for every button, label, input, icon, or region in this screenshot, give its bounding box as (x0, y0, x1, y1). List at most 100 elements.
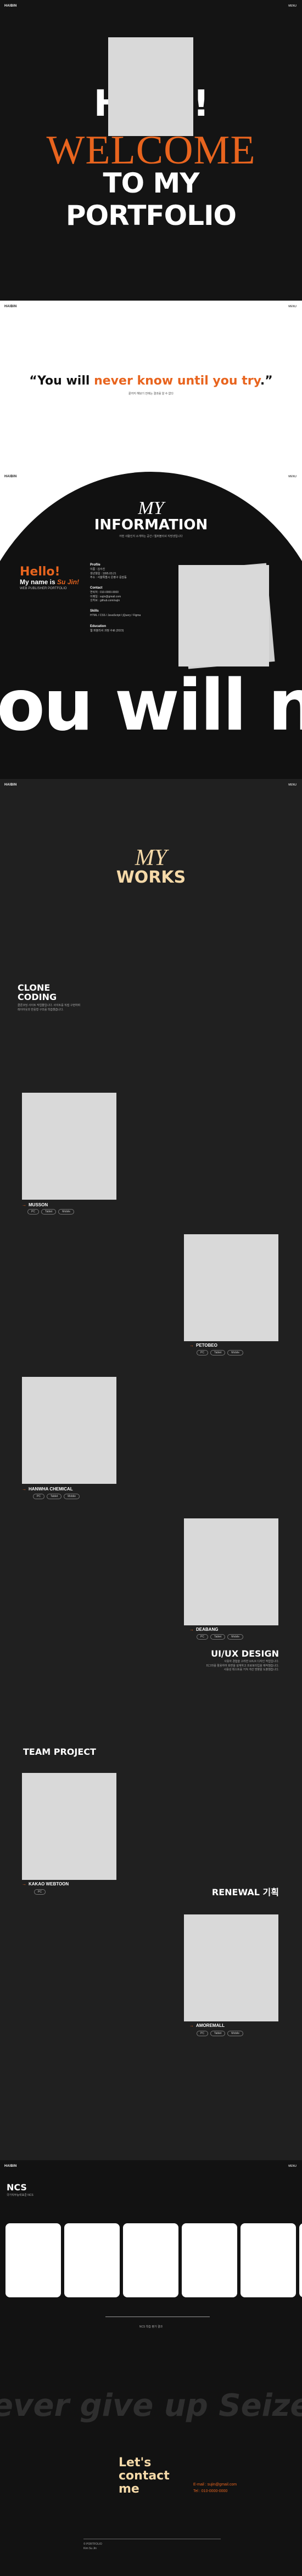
contact-line: 깃허브 : github.com/sujin (90, 599, 120, 602)
header: HAIBIN MENU (0, 779, 302, 791)
ncs-subtitle: 국가직무능력표준 NCS (7, 2194, 33, 2197)
contact-block: Contact 연락처 : 010-0000-0000 이메일 : sujin@… (90, 586, 121, 603)
desc-line: 클론코딩 사이트 작업물입니다. 사이트를 직접 구현하며 (18, 1004, 81, 1007)
tag: PC (34, 1889, 46, 1895)
menu-button[interactable]: MENU (288, 4, 297, 8)
info-name: My name is Su Jin! (20, 578, 79, 586)
ncs-card[interactable] (182, 2223, 237, 2297)
project-thumbnail-kakao[interactable] (22, 1773, 116, 1880)
quote-close: .” (260, 374, 273, 388)
footer-name: Kim Su Jin (83, 2547, 97, 2550)
name-value: Su Jin! (57, 578, 80, 586)
logo[interactable]: HAIBIN (4, 4, 16, 8)
project-tags: PC Tablet Mobile (27, 1209, 75, 1214)
project-title-hanwha[interactable]: → HANWHA CHEMICAL (22, 1487, 73, 1492)
contact-title: Contact (90, 586, 103, 590)
education-title: Education (90, 625, 107, 628)
project-tags: PC Tablet Mobile (197, 2031, 244, 2036)
works-my: MY (135, 845, 167, 871)
desc-line: 사용성 테스트를 거쳐 개선 방향을 도출했습니다. (223, 1668, 279, 1671)
quote-highlight: never know until you try (94, 374, 260, 388)
project-title-deabang[interactable]: → DEABANG (189, 1627, 218, 1632)
project-title-kakao[interactable]: → KAKAO WEBTOON (22, 1882, 69, 1886)
contact-tel[interactable]: Tel : 010-0000-0000 (193, 2489, 227, 2493)
project-thumbnail-amoremall[interactable] (184, 1914, 278, 2021)
project-name: PETOBEO (196, 1343, 217, 1348)
ncs-card[interactable] (64, 2223, 120, 2297)
header: HAIBIN MENU (0, 0, 302, 12)
logo[interactable]: HAIBIN (4, 783, 16, 787)
quote-open: “You will (29, 374, 94, 388)
profile-title: Profile (90, 563, 100, 567)
contact-heading-line: Let's (119, 2456, 152, 2470)
tag: Tablet (210, 1350, 226, 1355)
team-project-title: TEAM PROJECT (23, 1747, 96, 1757)
contact-heading: Let's contact me (119, 2456, 170, 2496)
marquee-text: ever give up Seize f (0, 2388, 302, 2424)
desc-line: 피그마를 활용하여 화면을 설계하고 프로토타입을 제작했습니다. (206, 1664, 279, 1668)
profile-block: Profile 이름 : 김수진 생년월일 : 1995.03.21 주소 : … (90, 563, 127, 580)
project-name: KAKAO WEBTOON (29, 1882, 69, 1886)
contact-heading-line: me (119, 2482, 139, 2496)
menu-button[interactable]: MENU (288, 783, 297, 787)
header: HAIBIN MENU (0, 2160, 302, 2172)
ncs-card[interactable] (123, 2223, 178, 2297)
tag: Tablet (46, 1494, 62, 1499)
project-thumbnail-petobeo[interactable] (184, 1234, 278, 1341)
ncs-card[interactable] (5, 2223, 61, 2297)
project-thumbnail-hanwha[interactable] (22, 1377, 116, 1484)
works-title: WORKS (116, 868, 186, 887)
project-title-musson[interactable]: → MUSSON (22, 1202, 48, 1207)
logo[interactable]: HAIBIN (4, 305, 16, 308)
education-line: 웹 퍼블리셔 과정 수료 (2023) (90, 629, 124, 632)
menu-button[interactable]: MENU (288, 475, 297, 478)
project-thumbnail-musson[interactable] (22, 1093, 116, 1200)
project-title-amoremall[interactable]: → AMOREMALL (189, 2023, 225, 2028)
skills-title: Skills (90, 609, 99, 613)
project-thumbnail-deabang[interactable] (184, 1518, 278, 1625)
menu-button[interactable]: MENU (288, 305, 297, 308)
quote-text: “You will never know until you try.” (0, 374, 302, 388)
works-section: HAIBIN MENU MY WORKS CLONE CODING 클론코딩 사… (0, 779, 302, 2160)
arrow-icon: → (189, 1627, 194, 1632)
clone-coding-desc: 클론코딩 사이트 작업물입니다. 사이트를 직접 구현하며 레이아웃과 반응형 … (18, 1004, 80, 1012)
project-title-petobeo[interactable]: → PETOBEO (189, 1343, 217, 1348)
tag: PC (197, 1350, 208, 1355)
footer-copyright: © PORTFOLIO (83, 2543, 102, 2546)
renewal-title: RENEWAL 기획 (211, 1887, 279, 1897)
project-tags: PC Tablet Mobile (197, 1350, 244, 1355)
desc-line: 레이아웃과 반응형 구조를 학습했습니다. (18, 1008, 64, 1012)
ncs-card[interactable] (299, 2223, 302, 2297)
tag: Mobile (58, 1209, 75, 1214)
project-tags: PC (34, 1889, 46, 1895)
ncs-card[interactable] (241, 2223, 296, 2297)
arrow-icon: → (189, 2023, 194, 2028)
marquee-text: ou will ne (0, 665, 302, 747)
project-name: MUSSON (29, 1202, 48, 1207)
tag: Mobile (227, 2031, 244, 2036)
info-tagline: WEB PUBLISHER PORTFOLIO (20, 587, 67, 590)
profile-line: 주소 : 서울특별시 은평구 응암동 (90, 576, 127, 579)
ncs-title: NCS (7, 2182, 27, 2193)
contact-line: 연락처 : 010-0000-0000 (90, 591, 119, 594)
info-subtitle: 어떤 사람인지 소개하는 공간 / 웹퍼블리셔 지망생입니다 (119, 535, 183, 538)
logo[interactable]: HAIBIN (4, 2165, 16, 2168)
header: HAIBIN MENU (0, 471, 302, 483)
tag: PC (27, 1209, 39, 1214)
tag: Mobile (64, 1494, 80, 1499)
tag: Mobile (227, 1350, 244, 1355)
project-tags: PC Tablet Mobile (197, 1634, 244, 1640)
tag: PC (33, 1494, 44, 1499)
menu-button[interactable]: MENU (288, 2165, 297, 2168)
arrow-icon: → (189, 1343, 194, 1348)
hero-image (108, 37, 193, 136)
info-hello: Hello! (20, 565, 60, 579)
arrow-icon: → (22, 1487, 26, 1492)
tag: PC (197, 1634, 208, 1640)
info-title: INFORMATION (94, 517, 208, 533)
contact-email[interactable]: E-mail : sujin@gmail.com (193, 2483, 237, 2487)
hero-section: HAIBIN MENU Hello! WELCOME TO MY PORTFOL… (0, 0, 302, 301)
logo[interactable]: HAIBIN (4, 475, 16, 478)
education-block: Education 웹 퍼블리셔 과정 수료 (2023) (90, 624, 124, 634)
tag: Tablet (41, 1209, 57, 1214)
